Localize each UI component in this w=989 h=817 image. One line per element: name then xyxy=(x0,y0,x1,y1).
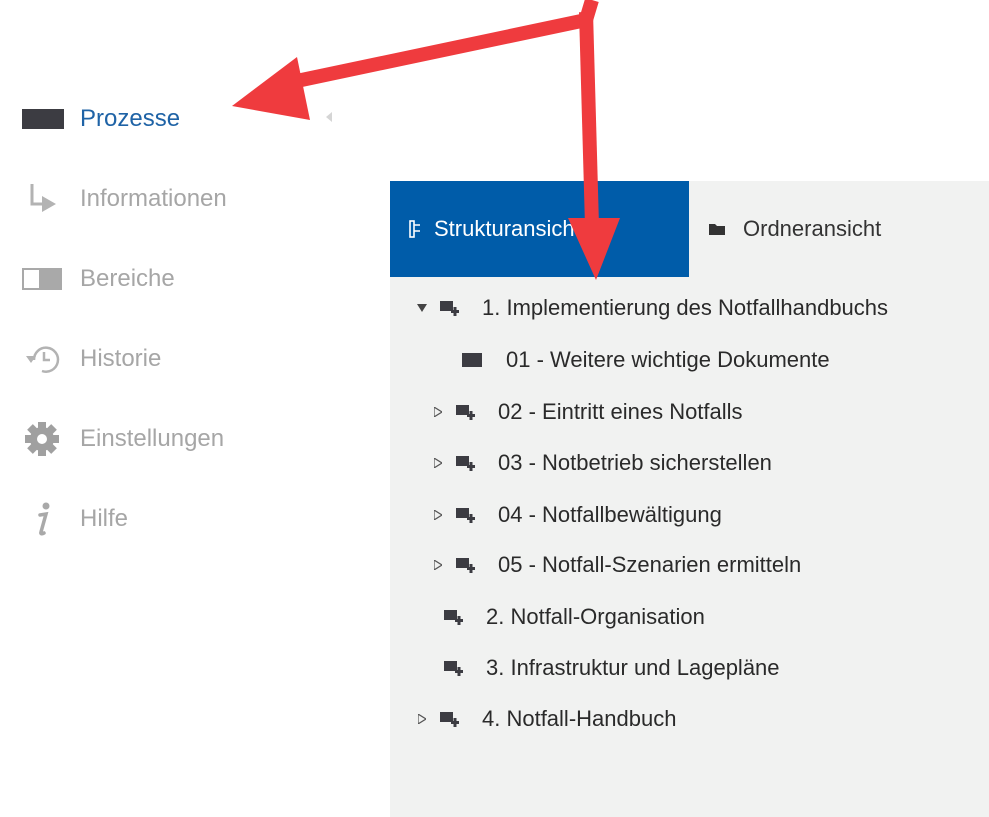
tree-node[interactable]: 2. Notfall-Organisation xyxy=(444,601,705,633)
tree-node-label: 02 - Eintritt eines Notfalls xyxy=(498,399,743,424)
history-clock-icon xyxy=(22,339,66,379)
tab-label: Strukturansicht xyxy=(434,216,581,241)
collapse-toggle-icon[interactable] xyxy=(432,509,444,521)
sidebar-item-label: Bereiche xyxy=(80,265,175,292)
collapse-toggle-icon[interactable] xyxy=(432,457,444,469)
tree-node-label: 4. Notfall-Handbuch xyxy=(482,706,677,731)
collapse-toggle-icon[interactable] xyxy=(432,406,444,418)
sidebar-item-informationen[interactable]: Informationen xyxy=(22,179,322,219)
process-add-icon xyxy=(440,299,462,317)
tab-ordneransicht[interactable]: Ordneransicht xyxy=(689,181,989,277)
folder-icon xyxy=(709,222,727,236)
process-add-icon xyxy=(456,403,478,421)
tree-node[interactable]: 01 - Weitere wichtige Dokumente xyxy=(462,344,830,376)
info-arrow-icon xyxy=(22,179,66,219)
tree-node[interactable]: 03 - Notbetrieb sicherstellen xyxy=(432,447,772,479)
process-add-icon xyxy=(456,454,478,472)
process-add-icon xyxy=(456,506,478,524)
tree-node-label: 05 - Notfall-Szenarien ermitteln xyxy=(498,552,802,577)
sidebar-item-historie[interactable]: Historie xyxy=(22,339,322,379)
tree-node-label: 2. Notfall-Organisation xyxy=(486,604,705,629)
tree-node[interactable]: 1. Implementierung des Notfallhandbuchs xyxy=(416,292,888,324)
gear-icon xyxy=(22,419,66,459)
sidebar-item-label: Historie xyxy=(80,345,162,372)
tree-node[interactable]: 3. Infrastruktur und Lagepläne xyxy=(444,652,780,684)
process-add-icon xyxy=(444,608,466,626)
sidebar-item-prozesse[interactable]: Prozesse xyxy=(22,99,322,139)
collapse-toggle-icon[interactable] xyxy=(416,713,428,725)
info-i-icon xyxy=(22,499,66,539)
document-block-icon xyxy=(462,351,484,369)
sidebar-item-einstellungen[interactable]: Einstellungen xyxy=(22,419,322,459)
tree-node[interactable]: 04 - Notfallbewältigung xyxy=(432,499,722,531)
tab-label: Ordneransicht xyxy=(743,216,882,241)
tree-node-label: 3. Infrastruktur und Lagepläne xyxy=(486,655,780,680)
sidebar-item-label: Informationen xyxy=(80,185,227,212)
expand-toggle-icon[interactable] xyxy=(416,302,428,314)
tree-node[interactable]: 4. Notfall-Handbuch xyxy=(416,703,676,735)
process-add-icon xyxy=(456,556,478,574)
sidebar-collapse-caret[interactable] xyxy=(326,112,332,122)
tree-panel: Strukturansicht Ordneransicht 1. Impleme… xyxy=(390,181,989,817)
sidebar-item-label: Prozesse xyxy=(80,105,181,132)
tree-node[interactable]: 02 - Eintritt eines Notfalls xyxy=(432,396,743,428)
sidebar-item-label: Einstellungen xyxy=(80,425,225,452)
collapse-toggle-icon[interactable] xyxy=(432,559,444,571)
sidebar-item-label: Hilfe xyxy=(80,505,129,532)
tree-node-label: 01 - Weitere wichtige Dokumente xyxy=(506,347,830,372)
process-add-icon xyxy=(444,659,466,677)
process-block-icon xyxy=(22,99,66,139)
tree-node-label: 1. Implementierung des Notfallhandbuchs xyxy=(482,295,889,320)
areas-panel-icon xyxy=(22,259,66,299)
sidebar-item-bereiche[interactable]: Bereiche xyxy=(22,259,322,299)
tree-node-label: 03 - Notbetrieb sicherstellen xyxy=(498,450,772,475)
tab-strukturansicht[interactable]: Strukturansicht xyxy=(390,181,689,277)
tree-node-label: 04 - Notfallbewältigung xyxy=(498,502,722,527)
structure-view-icon xyxy=(408,219,424,239)
process-add-icon xyxy=(440,710,462,728)
sidebar-item-hilfe[interactable]: Hilfe xyxy=(22,499,322,539)
tree-node[interactable]: 05 - Notfall-Szenarien ermitteln xyxy=(432,549,801,581)
